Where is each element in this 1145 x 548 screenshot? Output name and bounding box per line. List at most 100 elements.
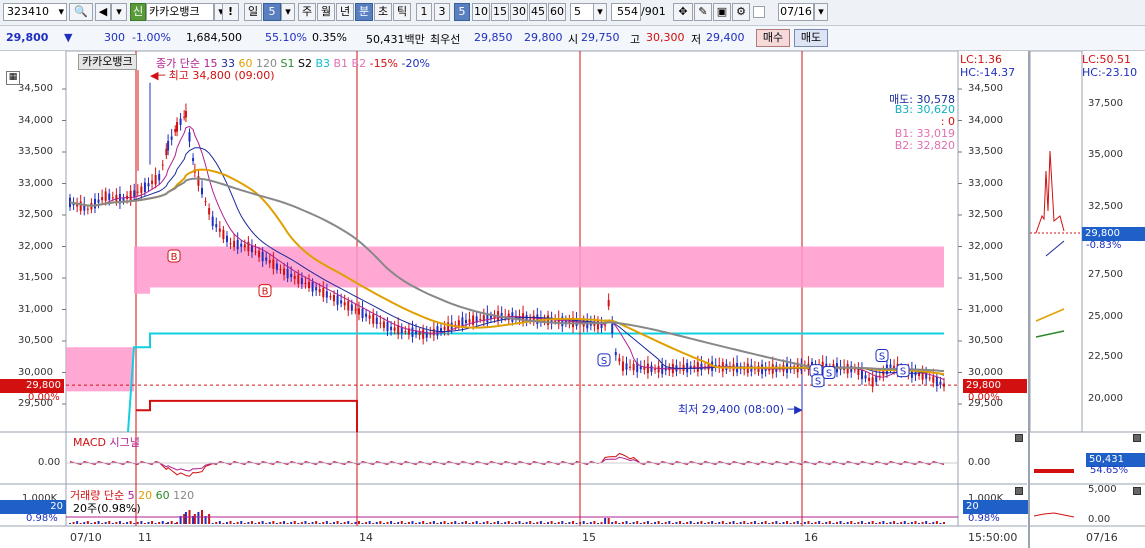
candle-body [365,313,368,317]
candle-body [382,321,385,328]
volume-bar [404,523,407,524]
period-minute-button[interactable]: 분 [355,3,373,21]
candle-body [108,193,111,200]
mini-pct: -0.83% [1086,240,1122,251]
trade-amount: 50,431백만 [366,33,425,46]
period-month-button[interactable]: 월 [317,3,335,21]
legend-item[interactable]: B1 [334,57,352,70]
count-display[interactable]: 554 [611,3,641,21]
minute-30-button[interactable]: 30 [510,3,528,21]
grid-icon[interactable]: ▦ [6,71,20,85]
volume-bar [657,521,660,524]
volume-bar [183,514,186,524]
volume-bar [571,521,574,524]
stock-name-field[interactable]: 카카오뱅크 [146,3,214,21]
macd-plot-frame [65,431,959,485]
volume-bar [764,521,767,524]
close-pane-icon[interactable] [1133,487,1141,495]
save-icon[interactable]: ▣ [713,3,731,21]
chevron-down-icon[interactable]: ▾ [281,3,295,21]
volume-bar [379,521,382,524]
buy-marker-text: B [171,252,178,263]
volume-bar [818,521,821,524]
volume-legend-item[interactable]: 120 [173,489,194,502]
volume-bar [511,523,514,524]
volume-bar [596,523,599,524]
candle-body [233,240,236,248]
candle-body [290,273,293,278]
volume-bar [211,523,214,524]
volume-bar [279,522,282,524]
chart-panel[interactable]: BBSSSSSS 34,500 34,000 33,500 33,000 32,500 3… [0,51,1029,548]
volume-bar [407,522,410,524]
buy-button[interactable]: 매수 [756,29,790,47]
volume-bar [600,522,603,524]
close-pane-icon[interactable] [1015,487,1023,495]
minute-1-button[interactable]: 1 [416,3,432,21]
period-second-button[interactable]: 초 [374,3,392,21]
legend-item[interactable]: -15% [370,57,402,70]
period-week-button[interactable]: 주 [298,3,316,21]
price-chart[interactable]: BBSSSSSS [0,51,1027,548]
x-tick-label: 15 [582,531,596,544]
candle-body [243,244,246,248]
volume-bar [386,522,389,524]
close-pane-icon[interactable] [1015,434,1023,442]
hc-left: HC:-14.37 [960,66,1016,79]
candle-body [871,377,874,387]
legend-item[interactable]: -20% [402,57,430,70]
gear-icon[interactable]: ⚙ [732,3,750,21]
date-field[interactable]: 07/16 [778,3,814,21]
volume-bar [147,522,150,524]
period-year-button[interactable]: 년 [336,3,354,21]
arrow-right-icon: ─▶ [784,403,803,416]
volume-bar [889,522,892,524]
stock-code-input[interactable]: 323410 ▾ [3,3,67,21]
candle-body [625,363,628,370]
period-value[interactable]: 5 [263,3,281,21]
volume-bar [297,523,300,524]
volume-bar [828,521,831,524]
minute-5-button[interactable]: 5 [454,3,470,21]
minute-45-button[interactable]: 45 [529,3,547,21]
volume-bar [739,522,742,524]
count-input[interactable]: 5 [570,3,594,21]
warning-button[interactable]: ! [222,3,239,21]
candle-body [179,118,182,125]
candle-body [354,309,357,311]
volume-bar [83,522,86,524]
volume-bar [158,522,161,524]
minute-60-button[interactable]: 60 [548,3,566,21]
volume-bar [418,522,421,524]
chevron-down-icon[interactable]: ▾ [111,3,127,21]
speaker-icon[interactable]: ◀ [95,3,111,21]
candle-settings-icon[interactable]: ✥ [673,3,693,21]
volume-bar [789,523,792,524]
lc-right: LC:50.51 [1082,53,1132,66]
legend-item[interactable]: B2 [352,57,370,70]
candle-body [265,257,268,261]
legend-item[interactable]: S2 [298,57,315,70]
macd-legend: MACD 시그널 [73,434,140,450]
chevron-down-icon[interactable]: ▾ [814,3,828,21]
y-tick-label: 32,000 [18,240,53,252]
volume-bar [896,523,899,524]
sell-button[interactable]: 매도 [794,29,828,47]
draw-tool-icon[interactable]: ✎ [694,3,712,21]
volume-legend-item[interactable]: 20 [138,489,156,502]
search-icon[interactable]: 🔍 [69,3,93,21]
chevron-down-icon[interactable]: ▾ [593,3,607,21]
minute-15-button[interactable]: 15 [491,3,509,21]
minute-10-button[interactable]: 10 [472,3,490,21]
volume-legend-item[interactable]: 60 [156,489,174,502]
minute-3-button[interactable]: 3 [434,3,450,21]
legend-item[interactable]: S1 [280,57,297,70]
period-day-button[interactable]: 일 [244,3,262,21]
mini-chart-panel[interactable]: LC:50.51 HC:-23.10 37,500 35,000 32,500 27,… [1028,51,1145,548]
period-tick-button[interactable]: 틱 [393,3,411,21]
date-checkbox[interactable] [753,6,765,18]
volume-bar [550,521,553,524]
close-pane-icon[interactable] [1133,434,1141,442]
volume-bar [174,523,177,524]
legend-item[interactable]: B3 [315,57,333,70]
